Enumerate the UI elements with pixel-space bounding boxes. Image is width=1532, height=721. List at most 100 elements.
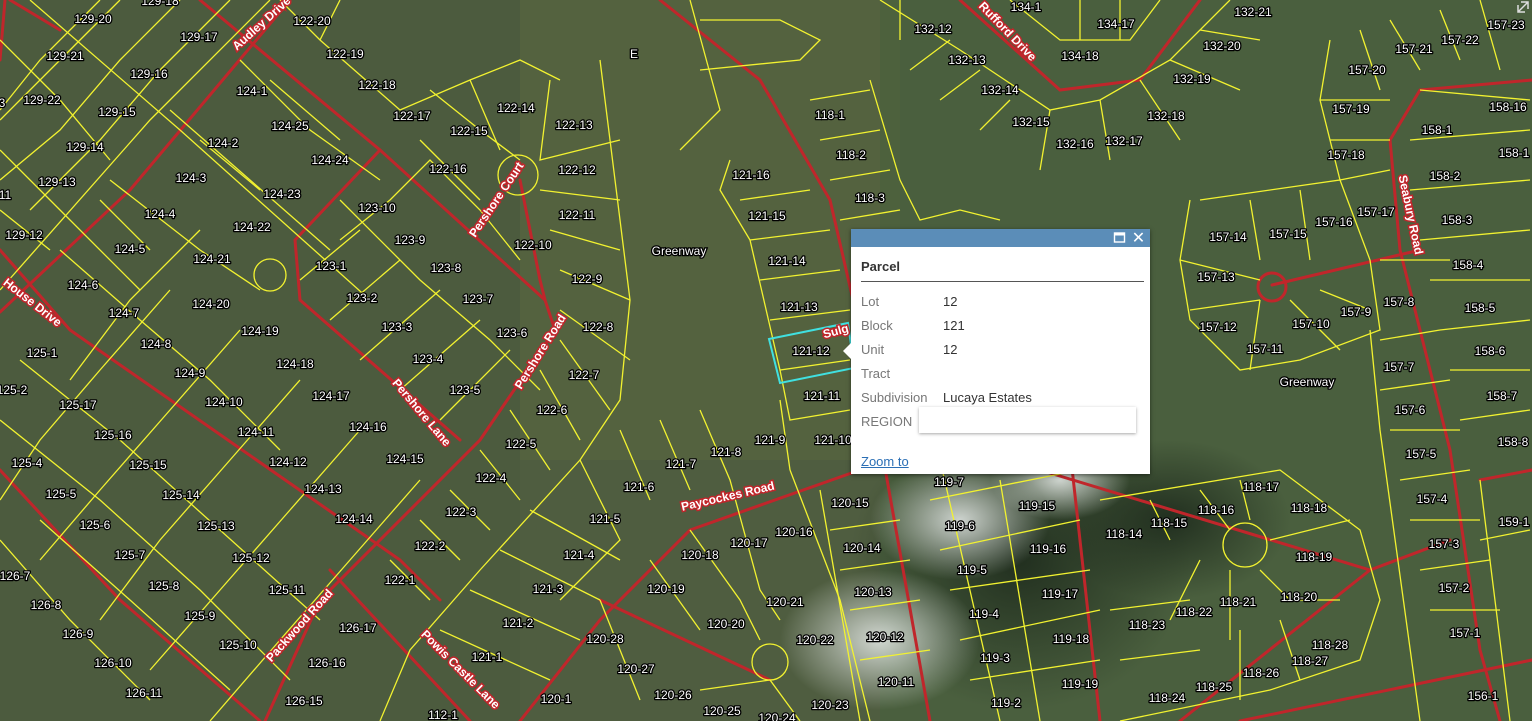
parcel-label[interactable]: 121-3 — [531, 581, 565, 598]
parcel-label[interactable]: 158-8 — [1496, 434, 1530, 451]
parcel-label[interactable]: 134-1 — [1009, 0, 1043, 15]
region-dropdown-panel[interactable] — [919, 407, 1136, 433]
parcel-label[interactable]: 158-3 — [1440, 212, 1474, 229]
parcel-label[interactable]: 126-11 — [124, 685, 163, 702]
parcel-label[interactable]: 132-13 — [947, 52, 987, 69]
parcel-label[interactable]: 124-1 — [235, 83, 269, 100]
expand-icon[interactable] — [1516, 0, 1530, 14]
parcel-label[interactable]: 121-10 — [813, 432, 853, 449]
parcel-label[interactable]: 157-22 — [1440, 32, 1480, 49]
parcel-label[interactable]: 122-7 — [567, 367, 601, 384]
zoom-to-link[interactable]: Zoom to — [861, 454, 909, 469]
parcel-label[interactable]: 121-7 — [664, 456, 698, 473]
parcel-label[interactable]: 125-14 — [161, 487, 201, 504]
parcel-label[interactable]: 157-5 — [1404, 446, 1438, 463]
parcel-label[interactable]: 157-17 — [1356, 204, 1396, 221]
parcel-label[interactable]: 129-15 — [97, 104, 137, 121]
parcel-label[interactable]: 124-11 — [236, 424, 275, 441]
parcel-label[interactable]: 119-16 — [1028, 541, 1067, 558]
parcel-label[interactable]: 158-6 — [1473, 343, 1507, 360]
parcel-label[interactable]: 132-21 — [1233, 4, 1273, 21]
parcel-label[interactable]: 157-6 — [1393, 402, 1427, 419]
parcel-label[interactable]: 122-17 — [392, 108, 432, 125]
parcel-label[interactable]: 124-24 — [310, 152, 350, 169]
parcel-label[interactable]: 120-19 — [646, 581, 686, 598]
parcel-label[interactable]: 122-16 — [428, 161, 468, 178]
parcel-label[interactable]: 119-2 — [990, 695, 1023, 712]
parcel-label[interactable]: 129-12 — [4, 227, 44, 244]
parcel-label[interactable]: 121-5 — [588, 511, 622, 528]
parcel-label[interactable]: 123-1 — [314, 258, 348, 275]
parcel-label[interactable]: 126-16 — [307, 655, 347, 672]
parcel-label[interactable]: 119-15 — [1017, 498, 1056, 515]
parcel-label[interactable]: 118-27 — [1290, 653, 1329, 670]
parcel-label[interactable]: 118-28 — [1310, 637, 1349, 654]
parcel-label[interactable]: 118-22 — [1174, 604, 1213, 621]
parcel-label[interactable]: 120-15 — [830, 495, 870, 512]
parcel-label[interactable]: 157-12 — [1198, 319, 1238, 336]
parcel-label[interactable]: 118-15 — [1149, 515, 1188, 532]
parcel-label[interactable]: 129-18 — [140, 0, 180, 9]
parcel-label[interactable]: 132-12 — [913, 21, 953, 38]
parcel-label[interactable]: 157-7 — [1382, 359, 1416, 376]
parcel-label[interactable]: 121-2 — [501, 615, 535, 632]
parcel-label[interactable]: 129-17 — [179, 29, 219, 46]
parcel-label[interactable]: 120-14 — [842, 540, 882, 557]
parcel-label[interactable]: 122-19 — [325, 46, 365, 63]
parcel-label[interactable]: 121-6 — [622, 479, 656, 496]
parcel-label[interactable]: 124-13 — [303, 481, 343, 498]
parcel-label[interactable]: 158-16 — [1488, 99, 1528, 116]
parcel-label[interactable]: 118-24 — [1147, 690, 1186, 707]
parcel-label[interactable]: 129-22 — [22, 92, 62, 109]
parcel-label[interactable]: 157-11 — [1245, 341, 1284, 358]
parcel-label[interactable]: 124-12 — [268, 454, 308, 471]
parcel-label[interactable]: 119-7 — [933, 474, 966, 491]
parcel-label[interactable]: 157-4 — [1415, 491, 1449, 508]
parcel-label[interactable]: 123-3 — [380, 319, 414, 336]
parcel-label[interactable]: 134-18 — [1060, 48, 1100, 65]
parcel-label[interactable]: 158-7 — [1485, 388, 1519, 405]
parcel-label[interactable]: 120-11 — [876, 674, 915, 691]
close-icon[interactable]: ✕ — [1131, 229, 1146, 246]
parcel-label[interactable]: 118-26 — [1241, 665, 1280, 682]
parcel-label[interactable]: 124-10 — [204, 394, 244, 411]
parcel-label[interactable]: 158-4 — [1451, 257, 1485, 274]
maximize-icon[interactable] — [1113, 231, 1126, 244]
parcel-label[interactable]: 124-16 — [348, 419, 388, 436]
parcel-label[interactable]: 121-12 — [791, 343, 831, 360]
parcel-label[interactable]: 132-16 — [1055, 136, 1095, 153]
parcel-label[interactable]: 132-20 — [1202, 38, 1242, 55]
parcel-label[interactable]: 126-17 — [338, 620, 378, 637]
parcel-label[interactable]: 120-21 — [765, 594, 805, 611]
parcel-label[interactable]: 118-23 — [1127, 617, 1166, 634]
parcel-label[interactable]: 129-14 — [65, 139, 105, 156]
parcel-label[interactable]: 125-1 — [25, 345, 59, 362]
parcel-label[interactable]: 121-16 — [731, 167, 771, 184]
parcel-label[interactable]: 124-9 — [173, 365, 207, 382]
parcel-label[interactable]: 120-24 — [757, 710, 797, 721]
parcel-label[interactable]: 129-21 — [45, 48, 85, 65]
parcel-label[interactable]: 132-14 — [980, 82, 1020, 99]
parcel-label[interactable]: 126-8 — [29, 597, 63, 614]
parcel-label[interactable]: 157-2 — [1437, 580, 1471, 597]
parcel-label[interactable]: 122-4 — [474, 470, 508, 487]
parcel-label[interactable]: 129-13 — [37, 174, 77, 191]
parcel-label[interactable]: 158-1 — [1420, 122, 1454, 139]
parcel-label[interactable]: 125-9 — [183, 608, 217, 625]
parcel-label[interactable]: 124-19 — [240, 323, 280, 340]
parcel-label[interactable]: 124-18 — [275, 356, 315, 373]
parcel-label[interactable]: 122-9 — [570, 271, 604, 288]
parcel-label[interactable]: 157-18 — [1326, 147, 1366, 164]
parcel-label[interactable]: 123-6 — [495, 325, 529, 342]
parcel-label[interactable]: 112-1 — [427, 707, 460, 721]
parcel-label[interactable]: 120-13 — [853, 584, 893, 601]
parcel-label[interactable]: 122-3 — [444, 504, 478, 521]
parcel-label[interactable]: 118-25 — [1194, 679, 1233, 696]
parcel-label[interactable]: 156-1 — [1466, 688, 1500, 705]
parcel-label[interactable]: 119-18 — [1051, 631, 1090, 648]
parcel-label[interactable]: 121-15 — [747, 208, 787, 225]
parcel-label[interactable]: 125-7 — [113, 547, 147, 564]
parcel-label[interactable]: 157-8 — [1382, 294, 1416, 311]
parcel-label[interactable]: 125-16 — [93, 427, 133, 444]
parcel-label[interactable]: 119-5 — [956, 562, 989, 579]
